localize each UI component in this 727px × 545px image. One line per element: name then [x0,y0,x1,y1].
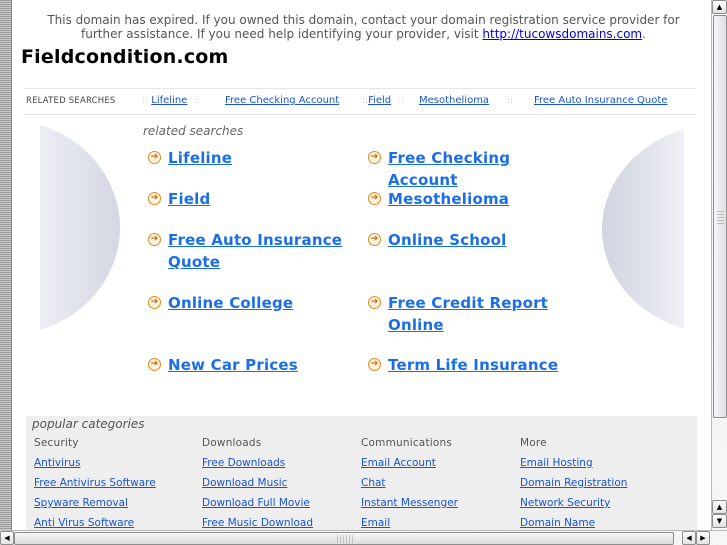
category-heading: More [520,437,547,449]
expired-notice: This domain has expired. If you owned th… [12,13,711,41]
scroll-left-arrow-icon[interactable]: ◀ [682,531,696,545]
page-viewport: This domain has expired. If you owned th… [12,0,711,530]
category-link[interactable]: Free Downloads [202,456,362,476]
separator: :: [193,96,200,106]
related-search-link-new-car-prices[interactable]: New Car Prices [168,354,363,376]
category-link[interactable]: Anti Virus Software [34,516,194,530]
related-searches-heading: related searches [143,124,244,138]
category-link[interactable]: Chat [361,476,521,496]
separator: :: [507,96,514,106]
category-column-security: Security Antivirus Free Antivirus Softwa… [34,436,194,530]
category-link[interactable]: Free Music Download [202,516,362,530]
vertical-scrollbar[interactable]: ▲ ▲ ▼ [711,0,727,530]
category-link[interactable]: Instant Messenger [361,496,521,516]
arrow-right-circle-icon: ➔ [368,233,381,246]
related-bar-item: Mesothelioma [419,89,489,113]
category-column-more: More Email Hosting Domain Registration N… [520,436,680,530]
category-link[interactable]: Email [361,516,521,530]
scroll-up-arrow-icon[interactable]: ▲ [712,0,727,14]
related-bar-link-free-auto-insurance-quote[interactable]: Free Auto Insurance Quote [534,95,667,106]
related-search-link-lifeline[interactable]: Lifeline [168,147,363,169]
category-link[interactable]: Email Hosting [520,456,680,476]
decorative-halfmoon-right [602,124,684,334]
related-bar-item: Free Auto Insurance Quote [534,89,667,113]
category-heading: Downloads [202,437,262,449]
related-bar-link-lifeline[interactable]: Lifeline [151,95,187,106]
arrow-right-circle-icon: ➔ [368,296,381,309]
horizontal-scroll-thumb[interactable] [14,532,674,545]
separator: :: [142,96,149,106]
arrow-right-circle-icon: ➔ [148,233,161,246]
arrow-right-circle-icon: ➔ [148,192,161,205]
popular-categories-panel: popular categories Security Antivirus Fr… [26,416,697,530]
category-link[interactable]: Free Antivirus Software [34,476,194,496]
arrow-right-circle-icon: ➔ [148,151,161,164]
category-link[interactable]: Domain Registration [520,476,680,496]
window-left-edge [0,0,12,530]
notice-suffix: . [642,27,646,41]
category-heading: Security [34,437,79,449]
grip-icon [717,211,724,225]
related-search-link-online-college[interactable]: Online College [168,292,363,314]
related-search-link-mesothelioma[interactable]: Mesothelioma [388,188,583,210]
popular-categories-title: popular categories [32,417,145,431]
category-link[interactable]: Spyware Removal [34,496,194,516]
category-link[interactable]: Email Account [361,456,521,476]
related-bar-label: RELATED SEARCHES [26,96,116,106]
related-bar-item: :: Lifeline :: [142,89,200,113]
arrow-right-circle-icon: ➔ [148,358,161,371]
category-heading: Communications [361,437,453,449]
arrow-right-circle-icon: ➔ [148,296,161,309]
category-link[interactable]: Domain Name [520,516,680,530]
related-search-link-term-life-insurance[interactable]: Term Life Insurance [388,354,583,376]
separator: :: [397,96,404,106]
related-bar-item: Free Checking Account [225,89,339,113]
related-search-link-free-auto-insurance-quote[interactable]: Free Auto Insurance Quote [168,229,363,273]
arrow-right-circle-icon: ➔ [368,358,381,371]
arrow-right-circle-icon: ➔ [368,192,381,205]
arrow-right-circle-icon: ➔ [368,151,381,164]
category-link[interactable]: Network Security [520,496,680,516]
horizontal-scrollbar[interactable]: ◀ ◀ ▶ [0,530,727,545]
related-search-link-free-checking-account[interactable]: Free Checking Account [388,147,583,191]
category-column-downloads: Downloads Free Downloads Download Music … [202,436,362,530]
category-column-communications: Communications Email Account Chat Instan… [361,436,521,530]
related-bar-item: :: [507,89,513,113]
related-search-link-field[interactable]: Field [168,188,363,210]
scroll-up-arrow-icon[interactable]: ▲ [712,500,727,514]
decorative-halfmoon-left [40,120,120,335]
related-searches-bar: RELATED SEARCHES :: Lifeline :: Free Che… [24,88,696,115]
scroll-down-arrow-icon[interactable]: ▼ [712,514,727,528]
related-bar-item: ::Field :: [362,89,404,113]
scroll-right-arrow-icon[interactable]: ▶ [696,531,710,545]
tucows-link[interactable]: http://tucowsdomains.com [482,27,642,41]
category-link[interactable]: Antivirus [34,456,194,476]
related-bar-link-mesothelioma[interactable]: Mesothelioma [419,95,489,106]
related-bar-link-field[interactable]: Field [368,95,391,106]
site-title: Fieldcondition.com [21,46,229,68]
related-bar-link-free-checking-account[interactable]: Free Checking Account [225,95,339,106]
category-link[interactable]: Download Full Movie [202,496,362,516]
grip-icon [337,535,353,543]
scroll-left-arrow-icon[interactable]: ◀ [0,531,14,545]
category-link[interactable]: Download Music [202,476,362,496]
vertical-scroll-thumb[interactable] [713,15,727,418]
related-search-link-free-credit-report-online[interactable]: Free Credit Report Online [388,292,583,336]
related-search-link-online-school[interactable]: Online School [388,229,583,251]
